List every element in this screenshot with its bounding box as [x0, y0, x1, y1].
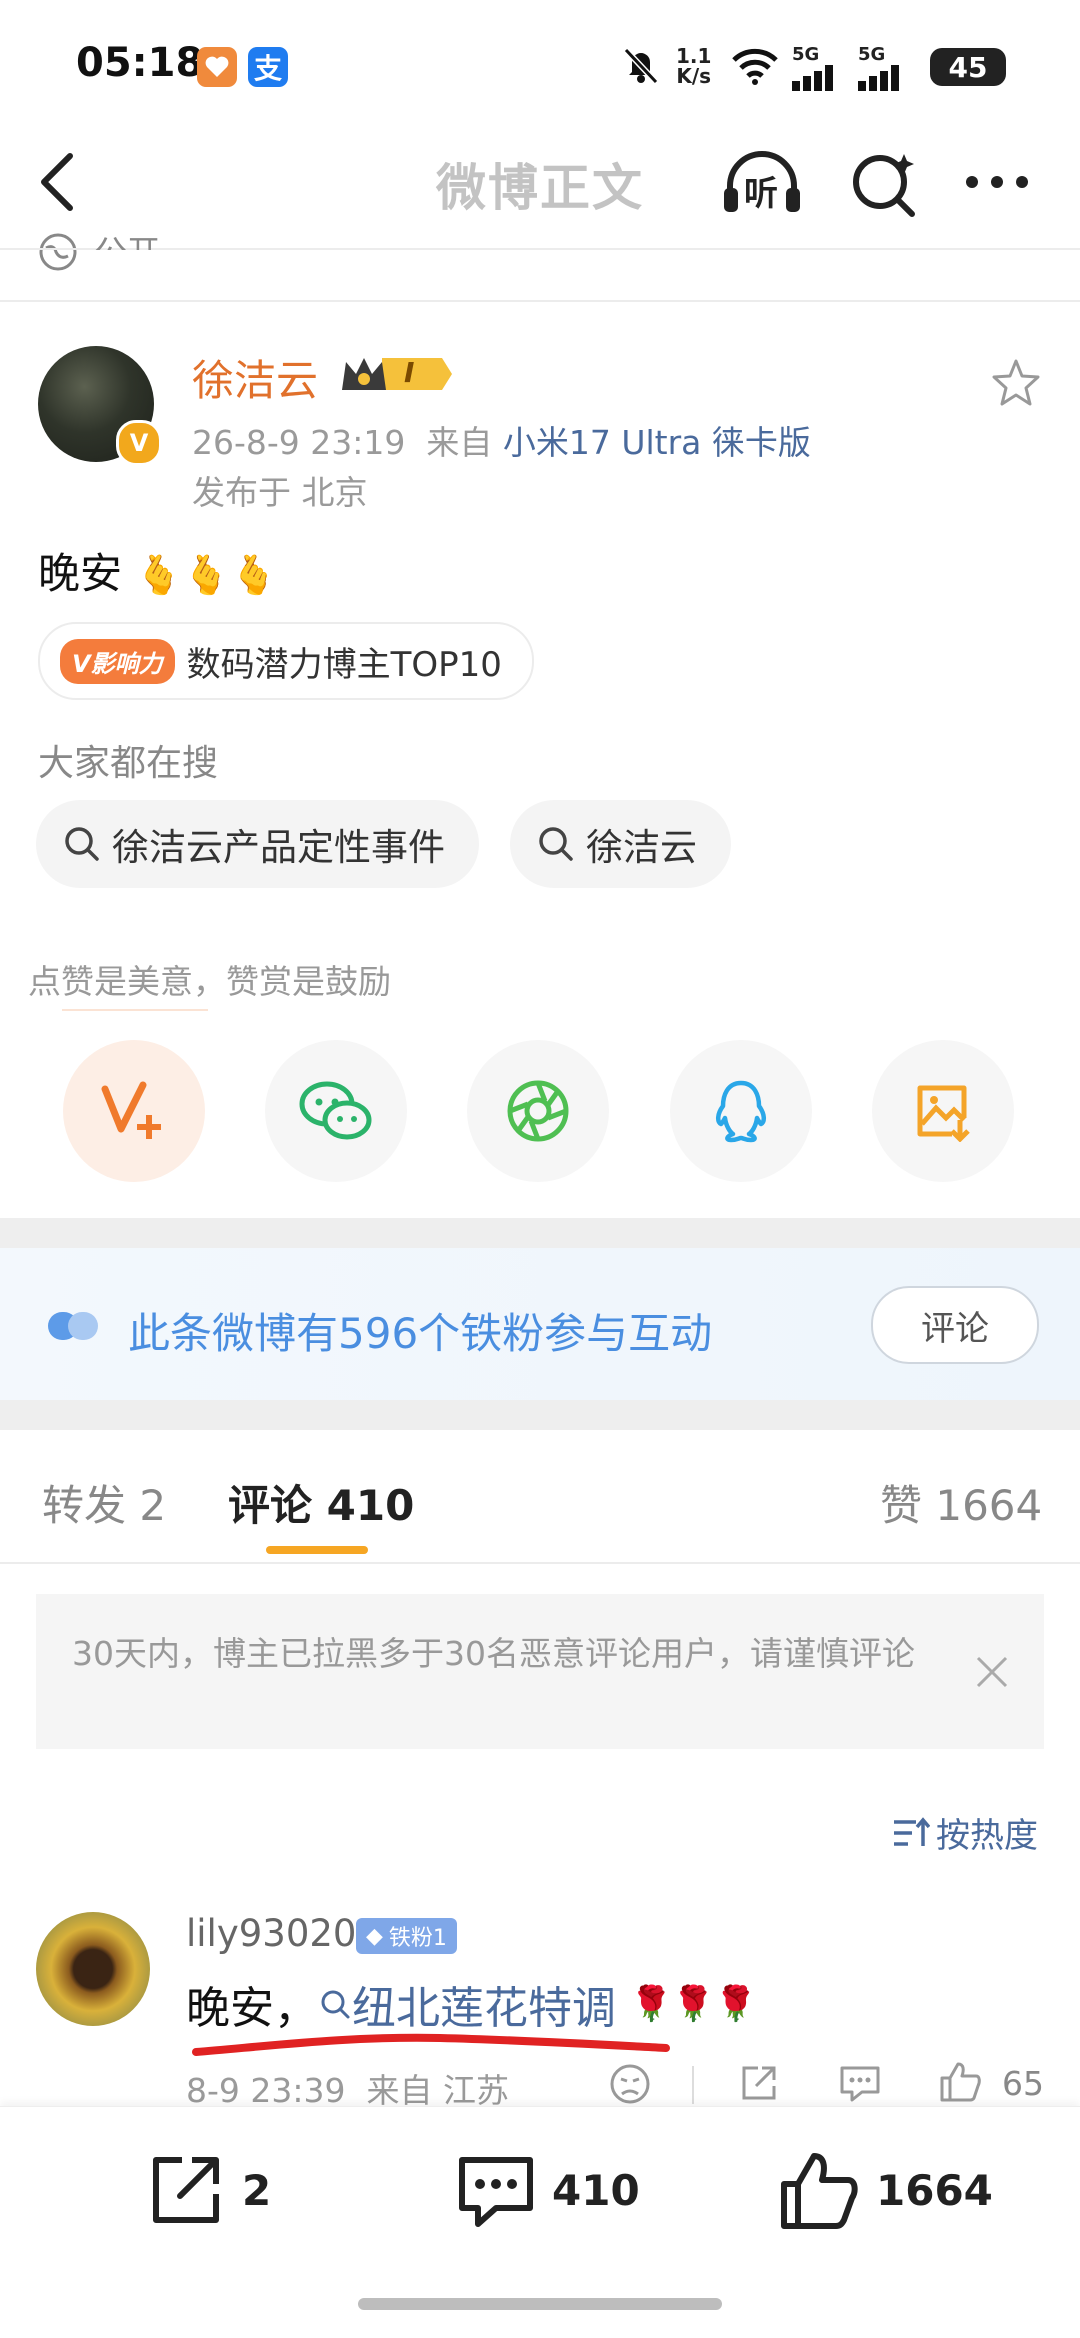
search-icon	[65, 827, 99, 861]
tab-repost[interactable]: 转发 2	[42, 1472, 166, 1533]
commenter-name[interactable]: lily93020	[186, 1912, 356, 1955]
signal-icon-1: 5G	[792, 44, 844, 91]
signal-icon-2: 5G	[858, 44, 910, 91]
like-icon[interactable]	[778, 2150, 860, 2232]
repost-icon[interactable]	[146, 2152, 224, 2228]
listen-label: 听	[744, 174, 778, 214]
fan-icon	[46, 1308, 100, 1344]
comment-repost-icon[interactable]	[738, 2062, 780, 2104]
dislike-face-icon[interactable]	[608, 2062, 652, 2106]
post-location: 发布于 北京	[192, 473, 368, 512]
tab-comment[interactable]: 评论 410	[228, 1472, 414, 1533]
author-name[interactable]: 徐洁云	[192, 347, 318, 408]
close-icon[interactable]	[974, 1654, 1010, 1690]
finger-heart-emoji: 🫰🫰🫰	[135, 553, 278, 597]
section-separator	[0, 1218, 1080, 1248]
divider	[0, 300, 1080, 302]
influence-tag[interactable]: V影响力 数码潜力博主TOP10	[38, 622, 534, 700]
repost-count[interactable]: 2	[242, 2166, 271, 2215]
wechat-icon	[299, 1081, 372, 1140]
divider	[0, 1562, 1080, 1564]
influence-text: 数码潜力博主TOP10	[186, 644, 502, 685]
comment-count[interactable]: 410	[552, 2166, 640, 2215]
search-icon[interactable]	[848, 148, 920, 220]
mute-icon	[620, 44, 662, 86]
favorite-star-icon[interactable]	[990, 358, 1042, 408]
influence-badge: V影响力	[60, 638, 175, 684]
listen-button[interactable]: 听	[720, 146, 804, 222]
reward-button[interactable]	[63, 1040, 205, 1182]
reward-icon	[101, 1081, 161, 1139]
save-image-button[interactable]	[872, 1040, 1014, 1182]
share-wechat-button[interactable]	[265, 1040, 407, 1182]
globe-icon	[38, 232, 78, 272]
search-section-label: 大家都在搜	[38, 743, 219, 784]
post-time: 26-8-9 23:19	[192, 423, 406, 462]
fan-level-badge: ◆ 铁粉1	[356, 1918, 457, 1954]
post-meta: 26-8-9 23:19 来自 小米17 Ultra 徕卡版	[192, 423, 811, 462]
status-time: 05:18	[76, 40, 204, 86]
share-moments-button[interactable]	[467, 1040, 609, 1182]
search-tag[interactable]: 徐洁云产品定性事件	[36, 800, 479, 888]
search-icon	[321, 1990, 350, 2019]
comment-meta: 8-9 23:39 来自 江苏	[186, 2071, 509, 2110]
search-tag[interactable]: 徐洁云	[510, 800, 731, 888]
commenter-avatar[interactable]	[36, 1912, 150, 2026]
sort-by-hot[interactable]: 按热度	[892, 1808, 1038, 1857]
fan-banner-text: 此条微博有596个铁粉参与互动	[128, 1309, 713, 1358]
verified-badge: V	[116, 420, 162, 466]
sort-icon	[894, 1816, 930, 1846]
fan-comment-button[interactable]: 评论	[871, 1286, 1039, 1364]
search-icon	[539, 827, 573, 861]
battery-indicator: 45	[930, 48, 1006, 86]
active-tab-indicator	[266, 1546, 368, 1554]
save-image-icon	[917, 1085, 970, 1142]
tab-like[interactable]: 赞 1664	[880, 1472, 1042, 1533]
post-source[interactable]: 小米17 Ultra 徕卡版	[503, 423, 811, 462]
moments-icon	[507, 1080, 569, 1142]
member-crown-badge: I	[338, 352, 454, 396]
comment-like-count: 65	[1002, 2064, 1044, 2103]
comment-reply-icon[interactable]	[838, 2062, 882, 2104]
rose-emoji: 🌹🌹🌹	[630, 1984, 758, 2024]
share-qq-button[interactable]	[670, 1040, 812, 1182]
encourage-text: 点赞是美意，赞赏是鼓励	[28, 962, 391, 1001]
notification-app-icon	[197, 47, 237, 87]
alipay-icon: 支	[248, 47, 288, 87]
home-indicator[interactable]	[358, 2298, 722, 2310]
qq-icon	[716, 1080, 766, 1143]
more-icon[interactable]	[964, 172, 1030, 192]
post-text: 晚安 🫰🫰🫰	[38, 549, 278, 598]
prev-visibility: 公开	[94, 226, 160, 250]
network-speed: 1.1 K/s	[676, 44, 712, 88]
like-count[interactable]: 1664	[876, 2166, 993, 2215]
section-separator	[0, 1400, 1080, 1430]
comment-icon[interactable]	[456, 2152, 536, 2232]
notice-text: 30天内，博主已拉黑多于30名恶意评论用户，请谨慎评论	[72, 1634, 915, 1673]
wifi-icon	[730, 46, 780, 86]
comment-like-icon[interactable]	[938, 2060, 982, 2104]
